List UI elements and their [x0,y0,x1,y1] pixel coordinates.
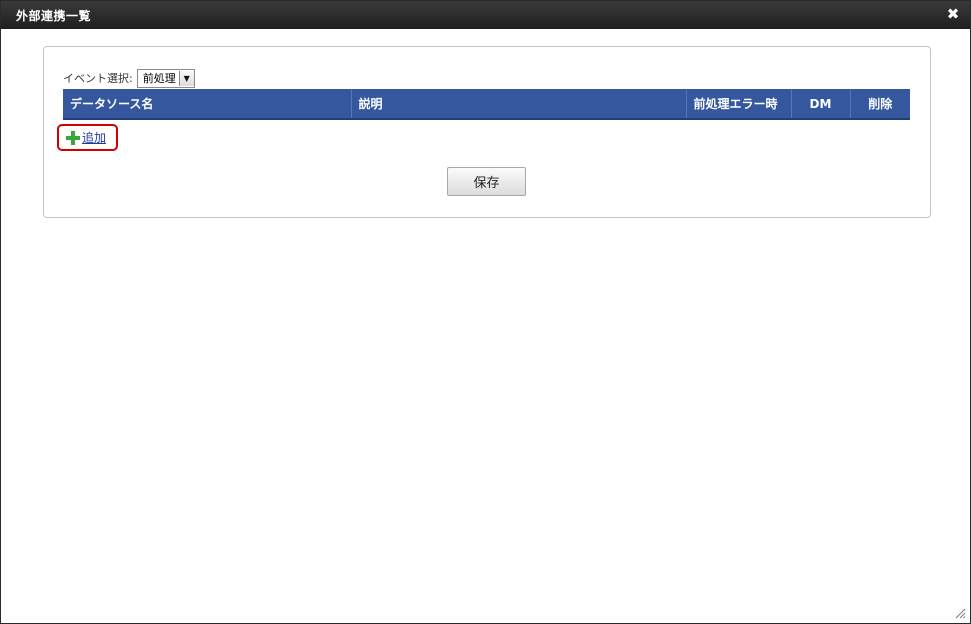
column-header-delete: 削除 [850,89,910,120]
event-select[interactable]: 前処理 ▼ [136,68,195,88]
title-bar[interactable]: 外部連携一覧 ✖ [1,1,970,29]
column-header-preprocess-error: 前処理エラー時 [686,89,792,120]
event-select-row: イベント選択: 前処理 ▼ [63,68,195,88]
column-header-dm: DM [791,89,851,120]
add-link[interactable]: 追加 [66,129,106,146]
close-icon[interactable]: ✖ [945,6,961,22]
save-button[interactable]: 保存 [447,167,526,196]
integration-table: データソース名 説明 前処理エラー時 DM 削除 [63,89,910,120]
content-panel: イベント選択: 前処理 ▼ データソース名 説明 前処理エラー時 DM 削除 追… [43,46,931,218]
event-select-label: イベント選択: [63,72,133,85]
dialog-title: 外部連携一覧 [16,9,92,23]
add-link-label[interactable]: 追加 [82,129,106,146]
table-header-row: データソース名 説明 前処理エラー時 DM 削除 [63,89,910,120]
dialog-window: 外部連携一覧 ✖ イベント選択: 前処理 ▼ データソース名 説明 前処理エラー… [0,0,971,624]
chevron-down-icon[interactable]: ▼ [178,70,194,86]
column-header-datasource: データソース名 [63,89,352,120]
column-header-description: 説明 [351,89,687,120]
plus-icon [66,130,80,145]
resize-grip-icon[interactable] [955,608,966,619]
event-select-value: 前処理 [142,72,176,85]
